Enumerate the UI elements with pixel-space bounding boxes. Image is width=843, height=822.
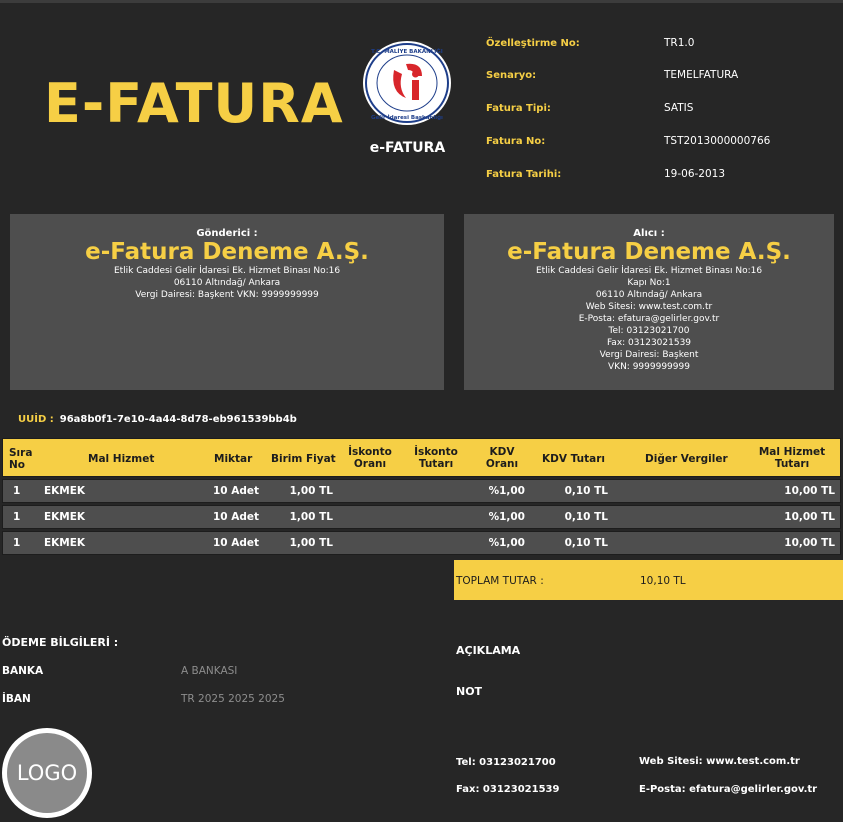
seal-bottom-text: Gelir İdaresi Başkanlığı — [371, 114, 443, 121]
sender-caption: Gönderici : — [196, 228, 258, 239]
receiver-caption: Alıcı : — [633, 228, 665, 239]
bank-value: A BANKASI — [181, 665, 238, 677]
cell-mal-hizmet: EKMEK — [44, 485, 86, 497]
cell-mal-hizmet-tutari: 10,00 TL — [784, 537, 835, 549]
receiver-website: Web Sitesi: www.test.com.tr — [585, 302, 713, 312]
items-table: Sıra No Mal Hizmet Miktar Birim Fiyat İs… — [2, 438, 841, 555]
contact-website: Web Sitesi: www.test.com.tr — [639, 756, 800, 767]
cell-kdv-orani: %1,00 — [488, 511, 525, 523]
total-label: TOPLAM TUTAR : — [456, 575, 544, 587]
total-value: 10,10 TL — [640, 575, 686, 587]
meta-label: Özelleştirme No: — [486, 38, 580, 49]
company-logo: LOGO — [2, 728, 92, 818]
iban-value: TR 2025 2025 2025 — [181, 693, 285, 705]
table-row: 1 EKMEK 10 Adet 1,00 TL %1,00 0,10 TL 10… — [2, 479, 841, 503]
col-header-kdv-tutari: KDV Tutarı — [542, 453, 605, 465]
col-header-iskonto-tutari: İskonto Tutarı — [414, 446, 458, 470]
bank-label: BANKA — [2, 665, 44, 677]
table-row: 1 EKMEK 10 Adet 1,00 TL %1,00 0,10 TL 10… — [2, 505, 841, 529]
receiver-fax: Fax: 03123021539 — [606, 338, 692, 348]
receiver-vkn: VKN: 9999999999 — [608, 362, 690, 372]
receiver-panel: Alıcı : e-Fatura Deneme A.Ş. Etlik Cadde… — [464, 214, 834, 390]
receiver-email: E-Posta: efatura@gelirler.gov.tr — [578, 314, 720, 324]
cell-kdv-tutari: 0,10 TL — [564, 537, 608, 549]
sender-tax-line: Vergi Dairesi: Başkent VKN: 9999999999 — [135, 290, 319, 300]
sender-address-line: 06110 Altındağ/ Ankara — [173, 278, 281, 288]
gib-seal-logo: T.C. MALİYE BAKANLIĞI Gelir İdaresi Başk… — [363, 41, 451, 125]
receiver-name: e-Fatura Deneme A.Ş. — [507, 239, 791, 265]
meta-value: SATIS — [664, 102, 694, 114]
cell-birim-fiyat: 1,00 TL — [289, 537, 333, 549]
top-border — [0, 0, 843, 3]
sender-panel: Gönderici : e-Fatura Deneme A.Ş. Etlik C… — [10, 214, 444, 390]
uuid-label: UUİD : — [18, 414, 54, 425]
col-header-mal-hizmet-tutari: Mal Hizmet Tutarı — [758, 446, 826, 470]
cell-miktar: 10 Adet — [212, 485, 259, 497]
cell-mal-hizmet-tutari: 10,00 TL — [784, 485, 835, 497]
cell-miktar: 10 Adet — [212, 511, 259, 523]
contact-fax: Fax: 03123021539 — [456, 784, 560, 795]
seal-top-text: T.C. MALİYE BAKANLIĞI — [371, 48, 443, 55]
receiver-phone: Tel: 03123021700 — [608, 326, 690, 336]
meta-label: Senaryo: — [486, 70, 537, 81]
meta-value: TST2013000000766 — [664, 135, 771, 147]
cell-mal-hizmet-tutari: 10,00 TL — [784, 511, 835, 523]
seal-caption: e-FATURA — [369, 140, 446, 156]
cell-kdv-tutari: 0,10 TL — [564, 511, 608, 523]
cell-kdv-tutari: 0,10 TL — [564, 485, 608, 497]
contact-email: E-Posta: efatura@gelirler.gov.tr — [639, 784, 818, 795]
document-title: E-FATURA — [44, 72, 344, 135]
cell-kdv-orani: %1,00 — [488, 485, 525, 497]
meta-label: Fatura Tipi: — [486, 103, 551, 114]
sender-name: e-Fatura Deneme A.Ş. — [85, 239, 369, 265]
cell-mal-hizmet: EKMEK — [44, 511, 86, 523]
table-header: Sıra No Mal Hizmet Miktar Birim Fiyat İs… — [2, 438, 841, 477]
cell-kdv-orani: %1,00 — [488, 537, 525, 549]
col-header-sira: Sıra No — [9, 447, 33, 471]
col-header-mal-hizmet: Mal Hizmet — [88, 453, 155, 465]
cell-mal-hizmet: EKMEK — [44, 537, 86, 549]
sender-address-line: Etlik Caddesi Gelir İdaresi Ek. Hizmet B… — [113, 266, 341, 276]
meta-value: 19-06-2013 — [664, 168, 726, 180]
receiver-address-line: Etlik Caddesi Gelir İdaresi Ek. Hizmet B… — [535, 266, 763, 276]
receiver-tax-office: Vergi Dairesi: Başkent — [599, 350, 699, 360]
not-heading: NOT — [456, 685, 483, 698]
contact-tel: Tel: 03123021700 — [456, 757, 556, 768]
cell-sira: 1 — [13, 511, 21, 523]
cell-birim-fiyat: 1,00 TL — [289, 485, 333, 497]
meta-label: Fatura Tarihi: — [486, 169, 562, 180]
payment-title: ÖDEME BİLGİLERİ : — [2, 636, 119, 649]
col-header-birim-fiyat: Birim Fiyat — [271, 453, 336, 465]
meta-label: Fatura No: — [486, 136, 546, 147]
uuid-line: UUİD : 96a8b0f1-7e10-4a44-8d78-eb961539bb… — [18, 414, 297, 425]
receiver-address-line: Kapı No:1 — [627, 278, 671, 288]
cell-sira: 1 — [13, 485, 21, 497]
cell-miktar: 10 Adet — [212, 537, 259, 549]
logo-text: LOGO — [7, 733, 87, 813]
col-header-miktar: Miktar — [214, 453, 253, 465]
table-row: 1 EKMEK 10 Adet 1,00 TL %1,00 0,10 TL 10… — [2, 531, 841, 555]
col-header-kdv-orani: KDV Oranı — [485, 446, 519, 470]
receiver-address-line: 06110 Altındağ/ Ankara — [595, 290, 703, 300]
total-box: TOPLAM TUTAR : 10,10 TL — [454, 560, 843, 600]
cell-sira: 1 — [13, 537, 21, 549]
meta-value: TR1.0 — [664, 37, 695, 49]
uuid-value: 96a8b0f1-7e10-4a44-8d78-eb961539bb4b — [59, 414, 297, 425]
col-header-iskonto-orani: İskonto Oranı — [348, 446, 392, 470]
aciklama-heading: AÇIKLAMA — [456, 644, 521, 657]
iban-label: İBAN — [2, 693, 31, 705]
cell-birim-fiyat: 1,00 TL — [289, 511, 333, 523]
col-header-diger-vergiler: Diğer Vergiler — [645, 453, 728, 465]
meta-value: TEMELFATURA — [664, 69, 739, 81]
